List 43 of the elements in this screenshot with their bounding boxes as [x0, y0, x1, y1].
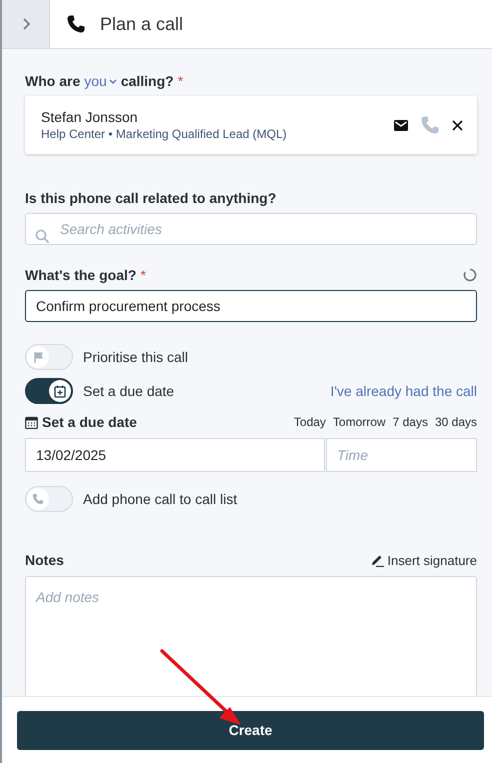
spinner-icon: [463, 268, 477, 282]
notes-field[interactable]: Add notes: [25, 576, 477, 696]
search-field[interactable]: Search activities: [25, 213, 477, 245]
toggle-label: Add phone call to call list: [83, 491, 238, 507]
quick-date-link[interactable]: Tomorrow: [332, 415, 386, 429]
required-mark: *: [178, 73, 184, 89]
date-input[interactable]: 13/02/2025: [25, 438, 325, 472]
close-icon: [452, 120, 463, 130]
already-called-link[interactable]: I've already had the call: [330, 383, 477, 399]
field-label: Set a due date: [42, 414, 137, 430]
toggle-label: Set a due date: [83, 383, 176, 399]
quick-date-link[interactable]: Today: [294, 415, 326, 429]
goal-input[interactable]: Confirm procurement process: [25, 290, 477, 322]
insert-signature-link[interactable]: Insert signature: [371, 552, 477, 568]
required-mark: *: [140, 267, 146, 283]
field-label: Is this phone call related to anything?: [25, 190, 278, 206]
mail-icon: [394, 120, 408, 130]
phone-icon: [32, 493, 44, 505]
field-label: calling?: [120, 73, 174, 89]
panel-title: Plan a call: [100, 14, 184, 34]
caret-icon: [108, 78, 117, 84]
phone-icon: [420, 115, 440, 135]
phone-icon: [66, 14, 86, 34]
flag-icon: [32, 351, 44, 363]
contact-details: Help Center • Marketing Qualified Lead (MQL): [41, 127, 288, 141]
remove-button[interactable]: [452, 120, 463, 130]
calendar-icon: [25, 416, 38, 428]
pencil-icon: [371, 554, 384, 566]
field-label: What's the goal?: [25, 267, 136, 283]
toggle-switch[interactable]: [25, 378, 73, 404]
field-label: Who are: [25, 73, 80, 89]
email-button[interactable]: [394, 120, 408, 130]
quick-date-link[interactable]: 30 days: [434, 415, 477, 429]
recipient-picker[interactable]: you: [84, 73, 117, 89]
time-input[interactable]: Time: [326, 438, 477, 472]
contact-name: Stefan Jonsson: [41, 109, 139, 125]
toggle-label: Prioritise this call: [83, 349, 190, 365]
create-button[interactable]: Create: [17, 710, 484, 750]
field-label: Notes: [25, 552, 64, 568]
search-icon: [35, 229, 49, 243]
calendar-icon: [54, 384, 66, 398]
expand-button[interactable]: [2, 0, 50, 48]
quick-date-link[interactable]: 7 days: [392, 415, 428, 429]
